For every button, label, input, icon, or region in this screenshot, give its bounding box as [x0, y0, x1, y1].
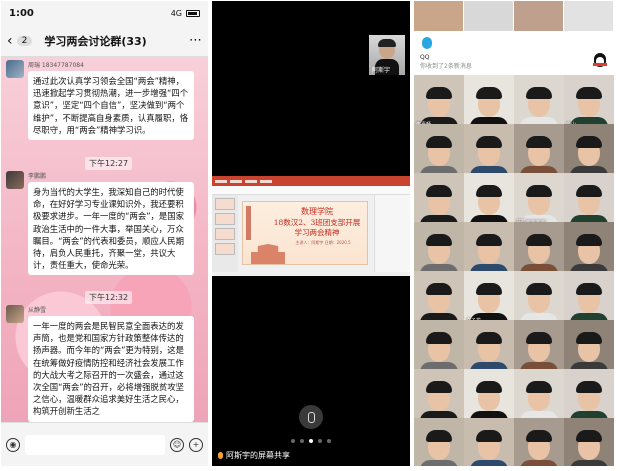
shared-screen: 数理学院 18数汉2、3班团支部开展 学习两会精神 主讲人：阿斯宇 日期：202… — [212, 176, 410, 276]
participant-video-tile[interactable] — [564, 222, 614, 277]
building-graphic — [251, 244, 285, 264]
participant-video-tile[interactable] — [414, 418, 464, 466]
participant-video-tile[interactable] — [414, 124, 464, 179]
participant-video-tile[interactable] — [564, 320, 614, 375]
chat-header: ‹ 2 学习两会讨论群(33) ⋯ — [1, 25, 208, 57]
avatar[interactable] — [6, 305, 24, 323]
slide-title: 数理学院 — [301, 207, 333, 216]
more-icon[interactable]: ⋯ — [189, 33, 202, 48]
page-indicator — [212, 439, 410, 443]
participant-video-tile[interactable] — [514, 418, 564, 466]
self-name-label: 阿斯宇 — [372, 67, 391, 74]
participant-video-tile[interactable] — [514, 271, 564, 326]
chat-message: 周瑞 18347787084 通过此次认真学习领会全国“两会”精神，迅速掀起学习… — [6, 60, 194, 141]
participant-video-tile[interactable] — [464, 75, 514, 130]
ppt-side-pane — [374, 195, 410, 272]
microphone-button[interactable] — [299, 405, 323, 429]
battery-icon — [186, 9, 200, 17]
message-input[interactable] — [25, 434, 165, 455]
participant-video-tile[interactable] — [414, 173, 464, 228]
participant-video-tile[interactable] — [464, 124, 514, 179]
qq-label: QQ — [420, 54, 430, 61]
chat-area: 周瑞 18347787084 通过此次认真学习领会全国“两会”精神，迅速掀起学习… — [1, 57, 208, 423]
participant-video-tile[interactable] — [464, 222, 514, 277]
slide-thumbnail — [215, 243, 235, 255]
avatar[interactable] — [6, 60, 24, 78]
current-slide: 数理学院 18数汉2、3班团支部开展 学习两会精神 主讲人：阿斯宇 日期：202… — [242, 201, 368, 265]
participant-grid: 李嘉畅 金山芙蓉桃桃桃桃文子龙 — [414, 75, 614, 466]
sender-name: 周瑞 18347787084 — [28, 62, 84, 69]
participant-video-tile[interactable]: 李嘉畅 — [414, 75, 464, 130]
participant-video-tile[interactable]: 文子龙 — [464, 271, 514, 326]
participant-video-tile[interactable] — [514, 75, 564, 130]
message-bubble[interactable]: 身为当代的大学生，我深知自己的时代使命，在好好学习专业课知识外，我还要积极要求进… — [28, 182, 194, 276]
screenshare-panel: 阿斯宇 数理学院 18数汉2、3班团支部开展 学习两会精神 主讲人：阿斯宇 日期… — [212, 1, 410, 466]
participant-video-tile[interactable] — [564, 124, 614, 179]
participant-video-tile[interactable]: 金山 — [564, 75, 614, 130]
avatar[interactable] — [6, 171, 24, 189]
participant-video-tile[interactable] — [414, 222, 464, 277]
sender-name: 从静雪 — [28, 307, 47, 314]
participant-video-tile[interactable] — [464, 173, 514, 228]
screenshare-caption: 阿斯宇的屏幕共享 — [218, 450, 290, 461]
chat-title: 学习两会讨论群(33) — [44, 34, 147, 48]
plus-icon[interactable]: + — [189, 437, 203, 452]
participant-video-tile[interactable] — [564, 271, 614, 326]
voice-icon[interactable]: ◉ — [6, 437, 20, 452]
participant-video-tile[interactable] — [414, 369, 464, 424]
message-bubble[interactable]: 通过此次认真学习领会全国“两会”精神，迅速掀起学习贯彻热潮，进一步增强“四个意识… — [28, 71, 194, 141]
participant-video-tile[interactable] — [564, 418, 614, 466]
emoji-icon[interactable]: ☺ — [170, 437, 184, 452]
back-icon[interactable]: ‹ — [7, 33, 13, 49]
participant-video-tile[interactable] — [464, 369, 514, 424]
participant-video-tile[interactable] — [464, 418, 514, 466]
participant-video-tile[interactable] — [414, 320, 464, 375]
wechat-panel: 1:00 4G ‹ 2 学习两会讨论群(33) ⋯ 周瑞 18347787084… — [1, 1, 208, 466]
unread-badge: 2 — [16, 35, 33, 46]
participant-video-tile[interactable] — [514, 369, 564, 424]
status-time: 1:00 — [9, 7, 34, 19]
slide-thumbnail — [215, 213, 235, 225]
qq-video-panel: QQ 你收到了2条新消息 李嘉畅 金山芙蓉桃桃桃桃文子龙 — [414, 1, 614, 466]
input-bar: ◉ ☺ + — [1, 422, 208, 466]
slide-subtitle: 学习两会精神 — [294, 228, 340, 237]
chat-message: 从静雪 一年一度的两会是民智民意全面表达的发声筒，也是党和国家方针政策整体传达的… — [6, 305, 194, 422]
ppt-ribbon — [212, 186, 410, 195]
participant-video-tile[interactable] — [514, 222, 564, 277]
chat-message: 李鹏鹏 身为当代的大学生，我深知自己的时代使命，在好好学习专业课知识外，我还要积… — [6, 171, 194, 276]
participant-video-tile[interactable] — [514, 124, 564, 179]
message-bubble[interactable]: 一年一度的两会是民智民意全面表达的发声筒，也是党和国家方针政策整体传达的扬声器。… — [28, 316, 194, 422]
qq-logo-icon — [422, 37, 432, 49]
message-timestamp: 下午12:27 — [85, 157, 133, 170]
qq-header: QQ 你收到了2条新消息 — [414, 1, 614, 75]
participant-video-tile[interactable] — [564, 173, 614, 228]
slide-thumbnail — [215, 228, 235, 240]
mic-icon — [218, 452, 223, 459]
participant-video-tile[interactable] — [464, 320, 514, 375]
participant-video-tile[interactable] — [414, 271, 464, 326]
message-timestamp: 下午12:32 — [85, 291, 133, 304]
participant-video-tile[interactable] — [564, 369, 614, 424]
ppt-titlebar — [212, 176, 410, 186]
slide-presenter: 主讲人：阿斯宇 日期：2020.5 — [295, 240, 351, 245]
participant-video-tile[interactable]: 芙蓉桃桃桃桃 — [514, 173, 564, 228]
status-bar: 1:00 4G — [1, 1, 208, 25]
sender-name: 李鹏鹏 — [28, 173, 47, 180]
participant-video-tile[interactable] — [514, 320, 564, 375]
slide-thumbnails — [212, 195, 238, 272]
signal-label: 4G — [170, 8, 182, 18]
slide-thumbnail — [215, 198, 235, 210]
qq-notice: 你收到了2条新消息 — [420, 63, 472, 70]
